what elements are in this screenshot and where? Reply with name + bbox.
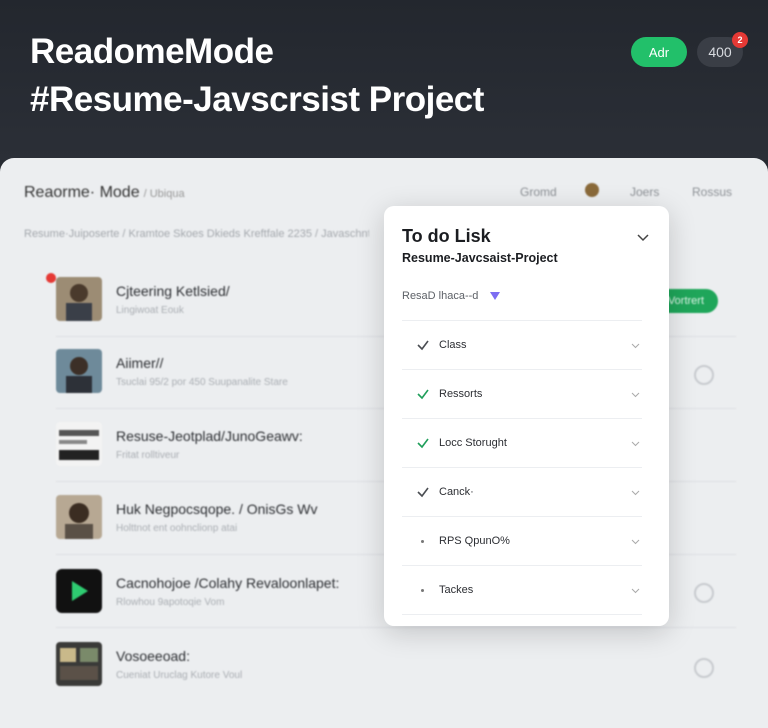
row-title: Resuse-Jeotplad/JunoGeawv: <box>116 428 303 444</box>
app-title: Reaorme· Mode / Ubiqua <box>24 184 185 202</box>
row-action-icon[interactable] <box>694 658 714 678</box>
row-action-icon[interactable] <box>694 365 714 385</box>
nav-item-2[interactable]: Joers <box>630 185 659 199</box>
caret-down-icon[interactable] <box>631 586 640 595</box>
row-title: Cacnohojoe /Colahy Revaloonlapet: <box>116 575 340 591</box>
bullet-icon <box>421 539 424 543</box>
screenshot-thumbnail <box>56 422 102 466</box>
check-icon[interactable] <box>416 338 430 352</box>
list-item[interactable]: Resuse-Jeotplad/JunoGeawv: Fritat rollti… <box>56 422 376 468</box>
row-subtitle: Rlowhou 9apotoqie Vom <box>116 597 225 608</box>
list-item[interactable]: Aiimer// Tsuclai 95/2 por 450 Suupanalit… <box>56 349 376 395</box>
avatar <box>56 495 102 539</box>
caret-down-icon[interactable] <box>631 439 640 448</box>
todo-label: Ressorts <box>439 388 483 400</box>
caret-down-icon[interactable] <box>631 390 640 399</box>
row-action-icon[interactable] <box>694 583 714 603</box>
todo-item[interactable]: Canck· <box>402 467 642 516</box>
caret-down-icon[interactable] <box>631 488 640 497</box>
list-item[interactable]: Cjteering Ketlsied/ Lingiwoat Eouk <box>46 273 376 323</box>
row-subtitle: Lingiwoat Eouk <box>116 305 184 316</box>
row-subtitle: Tsuclai 95/2 por 450 Suupanalite Stare <box>116 377 288 388</box>
row-subtitle: Fritat rolltiveur <box>116 450 180 461</box>
breadcrumb: Resume·Juiposerte / Kramtoe Skoes Dkieds… <box>24 228 369 240</box>
page-title: ReadomeMode <box>30 32 274 71</box>
todo-item[interactable]: Ressorts <box>402 369 642 418</box>
user-icon[interactable] <box>585 183 599 197</box>
todo-list: Class Ressorts Locc Storught Canck· RPS … <box>402 320 642 615</box>
todo-item[interactable]: Tackes <box>402 565 642 615</box>
app-logo <box>56 569 102 613</box>
row-title: Aiimer// <box>116 355 164 371</box>
check-icon[interactable] <box>416 436 430 450</box>
top-header: ReadomeMode #Resume-Javscrsist Project A… <box>0 0 768 160</box>
avatar <box>56 277 102 321</box>
bullet-icon <box>421 588 424 592</box>
list-item[interactable]: Huk Negpocsqope. / OnisGs Wv Holttnot en… <box>56 495 376 541</box>
filter-dropdown-icon[interactable] <box>490 292 500 300</box>
avatar <box>56 349 102 393</box>
app-title-text: Reaorme· Mode <box>24 184 140 201</box>
unread-dot <box>46 273 56 283</box>
todo-label: RPS QpunO% <box>439 535 510 547</box>
caret-down-icon[interactable] <box>631 341 640 350</box>
list-item[interactable]: Vosoeeoad: Cueniat Uruclag Kutore Voul <box>56 642 376 688</box>
modal-title: To do Lisk <box>402 226 491 246</box>
chevron-down-icon[interactable] <box>636 230 650 244</box>
nav-item-1[interactable]: Gromd <box>520 185 557 199</box>
row-subtitle: Cueniat Uruclag Kutore Voul <box>116 670 243 681</box>
notification-badge: 2 <box>732 32 748 48</box>
check-icon[interactable] <box>416 387 430 401</box>
todo-item[interactable]: RPS QpunO% <box>402 516 642 565</box>
check-icon[interactable] <box>416 485 430 499</box>
list-item[interactable]: Cacnohojoe /Colahy Revaloonlapet: Rlowho… <box>56 569 376 615</box>
add-button[interactable]: Adr <box>631 37 687 67</box>
caret-down-icon[interactable] <box>631 537 640 546</box>
screenshot-thumbnail <box>56 642 102 686</box>
todo-modal: To do Lisk Resume-Javcsaist-Project Resa… <box>384 206 669 626</box>
row-title: Cjteering Ketlsied/ <box>116 283 230 299</box>
row-title: Huk Negpocsqope. / OnisGs Wv <box>116 501 318 517</box>
todo-label: Canck· <box>439 486 474 498</box>
page-subtitle: #Resume-Javscrsist Project <box>30 80 484 119</box>
app-title-sub: / Ubiqua <box>143 188 185 200</box>
nav-item-3[interactable]: Rossus <box>692 185 732 199</box>
divider <box>56 627 736 628</box>
todo-item[interactable]: Class <box>402 320 642 369</box>
todo-label: Tackes <box>439 584 474 596</box>
row-title: Vosoeeoad: <box>116 648 190 664</box>
filter-label[interactable]: ResaD lhaca--d <box>402 290 478 302</box>
modal-subtitle: Resume-Javcsaist-Project <box>402 251 558 265</box>
todo-label: Class <box>439 339 467 351</box>
todo-label: Locc Storught <box>439 437 507 449</box>
row-subtitle: Holttnot ent oohnclionp atai <box>116 523 238 534</box>
todo-item[interactable]: Locc Storught <box>402 418 642 467</box>
